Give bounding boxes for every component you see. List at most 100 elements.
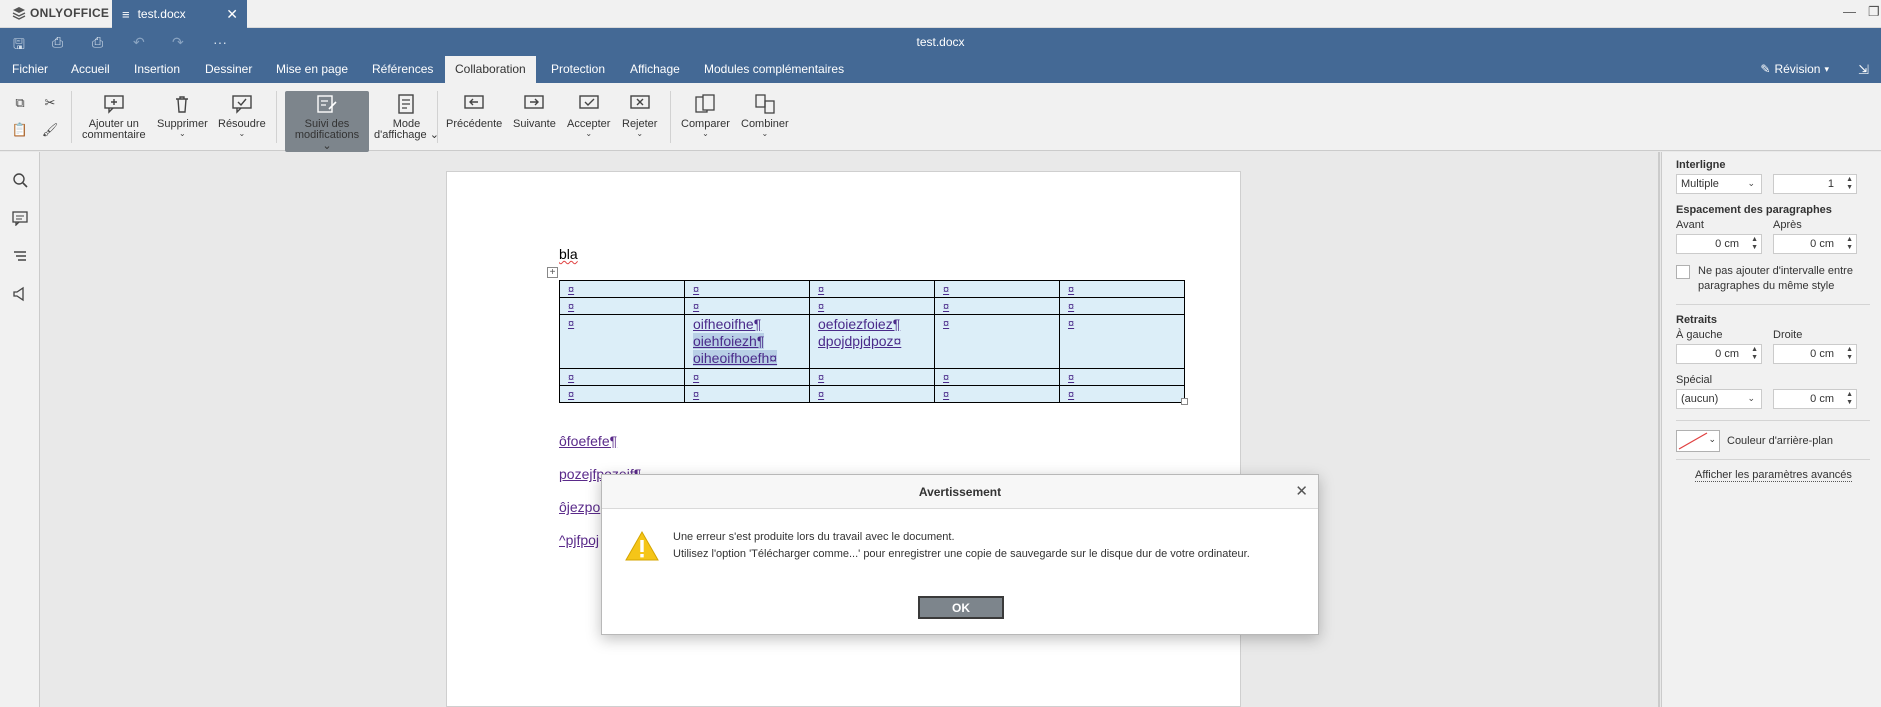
next-change-button[interactable]: Suivante [513, 93, 556, 130]
close-icon[interactable]: ✕ [226, 6, 238, 23]
workspace-scrollbar[interactable] [1658, 152, 1660, 707]
minimize-icon[interactable]: — [1843, 4, 1856, 19]
line-spacing-type-select[interactable]: Multiple ⌄ [1676, 174, 1762, 194]
spacing-after-input[interactable]: 0 cm ▲ ▼ [1773, 234, 1857, 254]
revision-dropdown[interactable]: ✎ Révision ▾ [1760, 62, 1829, 76]
combine-button[interactable]: Combiner ⌄ [741, 93, 789, 138]
panel-divider [1676, 459, 1870, 460]
tab-collaboration[interactable]: Collaboration [445, 56, 536, 83]
table-cell[interactable]: ¤ [559, 368, 685, 386]
indent-left-input[interactable]: 0 cm ▲ ▼ [1676, 344, 1762, 364]
navigation-icon[interactable] [10, 246, 30, 266]
table-cell[interactable]: ¤ [559, 280, 685, 298]
restore-icon[interactable]: ❐ [1868, 4, 1880, 20]
table-cell[interactable]: ¤ [934, 385, 1060, 403]
spinner-icon[interactable]: ▲ ▼ [1751, 346, 1758, 362]
table-cell[interactable]: ¤ [684, 385, 810, 403]
document-word[interactable]: bla [559, 246, 578, 262]
close-icon[interactable]: ✕ [1295, 482, 1308, 500]
track-changes-button[interactable]: Suivi des modifications ⌄ [285, 91, 369, 152]
resolve-button[interactable]: Résoudre ⌄ [218, 93, 266, 138]
hamburger-icon[interactable]: ≡ [122, 7, 130, 22]
feedback-icon[interactable] [10, 284, 30, 304]
chevron-down-icon: ⌄ [585, 129, 593, 138]
table-cell[interactable]: ¤ [559, 314, 685, 369]
table-cell[interactable]: ¤ [684, 368, 810, 386]
indent-right-input[interactable]: 0 cm ▲ ▼ [1773, 344, 1857, 364]
tab-draw[interactable]: Dessiner [195, 56, 262, 83]
table-cell[interactable]: ¤ [809, 368, 935, 386]
table-cell[interactable]: ¤ [1059, 280, 1185, 298]
tab-insert[interactable]: Insertion [124, 56, 190, 83]
table-cell[interactable]: ¤ [809, 385, 935, 403]
line-spacing-value-input[interactable]: 1 ▲ ▼ [1773, 174, 1857, 194]
chevron-down-icon: ⌄ [761, 129, 769, 138]
chevron-down-icon: ⌄ [1747, 393, 1755, 403]
table-cell[interactable]: ¤ [1059, 297, 1185, 315]
spacing-after-value: 0 cm [1810, 238, 1834, 250]
table-cell[interactable]: ¤ [934, 280, 1060, 298]
background-color-picker[interactable]: ⌄ [1676, 430, 1720, 452]
document-paragraph[interactable]: ôjezpo [559, 499, 600, 515]
special-indent-select[interactable]: (aucun) ⌄ [1676, 389, 1762, 409]
format-painter-icon[interactable]: 🖌 [40, 120, 60, 140]
table-cell[interactable]: ¤ [1059, 385, 1185, 403]
spinner-icon[interactable]: ▲ ▼ [1846, 176, 1853, 192]
spinner-icon[interactable]: ▲ ▼ [1846, 391, 1853, 407]
cell-text-line-highlight: oiehfoiezh¶ [693, 333, 801, 350]
special-indent-value: (aucun) [1681, 393, 1719, 405]
search-icon[interactable] [10, 170, 30, 190]
paste-icon[interactable]: 📋 [10, 120, 30, 140]
tab-view[interactable]: Affichage [620, 56, 690, 83]
add-comment-button[interactable]: Ajouter un commentaire [82, 93, 146, 141]
previous-change-button[interactable]: Précédente [446, 93, 502, 130]
spinner-icon[interactable]: ▲ ▼ [1846, 236, 1853, 252]
table-cell[interactable]: ¤ [934, 368, 1060, 386]
table-resize-handle[interactable] [1181, 398, 1188, 405]
display-mode-button[interactable]: Mode d'affichage ⌄ [374, 93, 439, 141]
open-location-icon[interactable]: ⇲ [1858, 62, 1869, 78]
document-paragraph[interactable]: ôfoefefe¶ [559, 433, 617, 449]
table-cell[interactable]: ¤ [809, 297, 935, 315]
table-cell[interactable]: ¤ [559, 385, 685, 403]
table-cell[interactable]: ¤ [934, 297, 1060, 315]
table-row: ¤ ¤ ¤ ¤ ¤ [559, 297, 1185, 315]
table-cell[interactable]: ¤ [559, 297, 685, 315]
table-cell[interactable]: ¤ [684, 297, 810, 315]
tab-home[interactable]: Accueil [61, 56, 120, 83]
special-indent-input[interactable]: 0 cm ▲ ▼ [1773, 389, 1857, 409]
compare-button[interactable]: Comparer ⌄ [681, 93, 730, 138]
tab-references[interactable]: Références [362, 56, 443, 83]
cell-text-line: oiheoifhoefh¤ [693, 350, 778, 366]
spinner-icon[interactable]: ▲ ▼ [1751, 236, 1758, 252]
cut-icon[interactable]: ✂ [40, 93, 60, 113]
accept-button[interactable]: Accepter ⌄ [567, 93, 610, 138]
table-cell[interactable]: oifheoifhe¶ oiehfoiezh¶ oiheoifhoefh¤ [684, 314, 810, 369]
spacing-before-input[interactable]: 0 cm ▲ ▼ [1676, 234, 1762, 254]
tab-plugins[interactable]: Modules complémentaires [694, 56, 854, 83]
advanced-settings-link[interactable]: Afficher les paramètres avancés [1695, 469, 1852, 482]
spinner-icon[interactable]: ▲ ▼ [1846, 346, 1853, 362]
table-cell[interactable]: ¤ [809, 280, 935, 298]
copy-icon[interactable]: ⧉ [10, 93, 30, 113]
document-table[interactable]: ¤ ¤ ¤ ¤ ¤ ¤ ¤ ¤ ¤ ¤ ¤ oifheoifhe¶ oiehfo… [559, 280, 1185, 403]
tab-protection[interactable]: Protection [541, 56, 615, 83]
cell-end-mark: ¤ [943, 372, 950, 384]
table-move-handle-icon[interactable]: + [547, 267, 558, 278]
table-cell[interactable]: ¤ [934, 314, 1060, 369]
table-cell[interactable]: oefoiezfoiez¶ dpojdpjdpoz¤ [809, 314, 935, 369]
document-paragraph[interactable]: ^pjfpoj [559, 532, 599, 548]
delete-comment-button[interactable]: Supprimer ⌄ [157, 93, 208, 138]
table-cell[interactable]: ¤ [684, 280, 810, 298]
tab-layout[interactable]: Mise en page [266, 56, 358, 83]
reject-button[interactable]: Rejeter ⌄ [622, 93, 657, 138]
tab-file[interactable]: Fichier [2, 56, 58, 83]
cell-text-line: dpojdpjdpoz¤ [818, 333, 902, 349]
table-cell[interactable]: ¤ [1059, 314, 1185, 369]
document-tab[interactable]: ≡ test.docx ✕ [112, 0, 247, 28]
ok-button[interactable]: OK [918, 596, 1004, 619]
no-interval-checkbox[interactable] [1676, 265, 1690, 279]
comments-icon[interactable] [10, 208, 30, 228]
display-mode-label-2-row: d'affichage ⌄ [374, 129, 439, 141]
table-cell[interactable]: ¤ [1059, 368, 1185, 386]
